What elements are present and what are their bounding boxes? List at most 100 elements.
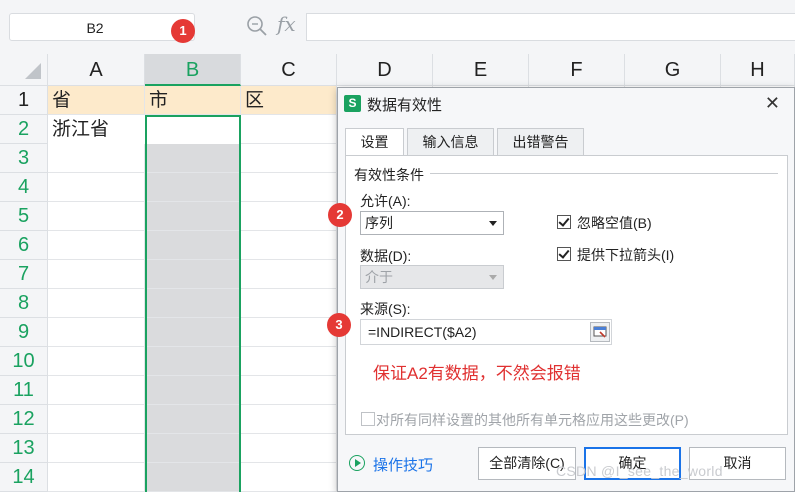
wps-sheet-icon: S (344, 95, 361, 112)
cell[interactable] (241, 347, 337, 376)
row-header-13[interactable]: 13 (0, 434, 48, 463)
row-header-6[interactable]: 6 (0, 231, 48, 260)
select-all-corner[interactable] (0, 54, 48, 86)
cell[interactable] (48, 405, 145, 434)
cell[interactable] (241, 173, 337, 202)
dialog-title-bar[interactable]: S 数据有效性 ✕ (338, 88, 794, 120)
name-box[interactable]: B2 (9, 13, 195, 41)
cell-a1[interactable]: 省 (48, 86, 145, 115)
row-header-11[interactable]: 11 (0, 376, 48, 405)
active-cell-b2[interactable] (147, 117, 239, 144)
row-header-3[interactable]: 3 (0, 144, 48, 173)
apply-all-checkbox (361, 412, 375, 426)
column-header-f[interactable]: F (529, 54, 625, 86)
cell[interactable] (145, 463, 241, 492)
formula-bar: B2 fx (0, 0, 795, 54)
dropdown-arrow-label[interactable]: 提供下拉箭头(I) (577, 245, 674, 265)
fx-icon[interactable]: fx (277, 12, 296, 36)
cell[interactable] (145, 347, 241, 376)
cell[interactable] (145, 144, 241, 173)
step-badge-2: 2 (328, 203, 352, 227)
row-header-9[interactable]: 9 (0, 318, 48, 347)
range-picker-icon[interactable] (590, 322, 610, 342)
cell[interactable] (241, 202, 337, 231)
row-header-5[interactable]: 5 (0, 202, 48, 231)
row-header-1[interactable]: 1 (0, 86, 48, 115)
annotation-note: 保证A2有数据，不然会报错 (373, 364, 581, 383)
cell[interactable] (241, 376, 337, 405)
cell[interactable] (48, 173, 145, 202)
cell[interactable] (48, 144, 145, 173)
allow-select[interactable]: 序列 (360, 211, 504, 235)
cell[interactable] (241, 231, 337, 260)
data-select-value: 介于 (365, 269, 393, 285)
play-circle-icon[interactable] (349, 455, 365, 471)
ignore-blank-label[interactable]: 忽略空值(B) (577, 213, 652, 233)
cell[interactable] (48, 202, 145, 231)
cell[interactable] (145, 318, 241, 347)
column-header-d[interactable]: D (337, 54, 433, 86)
validation-criteria-title: 有效性条件 (354, 167, 424, 183)
cell[interactable] (241, 463, 337, 492)
cell[interactable] (145, 405, 241, 434)
cell-b1[interactable]: 市 (145, 86, 241, 115)
cell[interactable] (241, 434, 337, 463)
tab-error-alert[interactable]: 出错警告 (497, 128, 584, 156)
cell[interactable] (145, 231, 241, 260)
cell[interactable] (48, 463, 145, 492)
settings-panel: 有效性条件 允许(A): 序列 数据(D): 介于 忽略空值(B) 提供下拉箭头… (345, 155, 788, 435)
cell[interactable] (48, 347, 145, 376)
tips-link[interactable]: 操作技巧 (373, 454, 433, 475)
cell[interactable] (145, 202, 241, 231)
formula-input[interactable] (306, 13, 795, 41)
row-header-12[interactable]: 12 (0, 405, 48, 434)
tab-input-message[interactable]: 输入信息 (407, 128, 494, 156)
cell[interactable] (145, 173, 241, 202)
source-label: 来源(S): (360, 301, 411, 317)
column-header-b[interactable]: B (145, 54, 241, 86)
dialog-title: 数据有效性 (367, 97, 443, 114)
column-header-a[interactable]: A (48, 54, 145, 86)
cell[interactable] (241, 115, 337, 144)
row-header-7[interactable]: 7 (0, 260, 48, 289)
source-input[interactable]: =INDIRECT($A2) (360, 319, 612, 345)
column-header-g[interactable]: G (625, 54, 721, 86)
cell[interactable] (145, 376, 241, 405)
cell[interactable] (145, 289, 241, 318)
allow-select-value: 序列 (365, 215, 393, 231)
cell-c1[interactable]: 区 (241, 86, 337, 115)
cell[interactable] (48, 289, 145, 318)
column-header-e[interactable]: E (433, 54, 529, 86)
cell[interactable] (145, 434, 241, 463)
row-header-14[interactable]: 14 (0, 463, 48, 492)
step-badge-1: 1 (171, 19, 195, 43)
cell[interactable] (48, 434, 145, 463)
cell[interactable] (241, 318, 337, 347)
cell-a2[interactable]: 浙江省 (48, 115, 145, 144)
column-header-h[interactable]: H (721, 54, 795, 86)
chevron-down-icon (489, 275, 497, 280)
cell[interactable] (48, 231, 145, 260)
cell[interactable] (48, 260, 145, 289)
tab-settings[interactable]: 设置 (345, 128, 404, 158)
cell[interactable] (241, 289, 337, 318)
close-icon[interactable]: ✕ (765, 94, 780, 112)
apply-all-label: 对所有同样设置的其他所有单元格应用这些更改(P) (376, 412, 689, 428)
data-validation-dialog: S 数据有效性 ✕ 设置 输入信息 出错警告 有效性条件 允许(A): 序列 数… (337, 87, 795, 492)
row-header-8[interactable]: 8 (0, 289, 48, 318)
row-header-2[interactable]: 2 (0, 115, 48, 144)
ignore-blank-checkbox[interactable] (557, 215, 571, 229)
column-header-c[interactable]: C (241, 54, 337, 86)
zoom-icon[interactable] (246, 15, 268, 37)
cell[interactable] (145, 260, 241, 289)
step-badge-3: 3 (327, 313, 351, 337)
cell[interactable] (48, 318, 145, 347)
cell[interactable] (48, 376, 145, 405)
group-divider (430, 173, 778, 174)
cell[interactable] (241, 405, 337, 434)
row-header-4[interactable]: 4 (0, 173, 48, 202)
dropdown-arrow-checkbox[interactable] (557, 247, 571, 261)
cell[interactable] (241, 260, 337, 289)
cell[interactable] (241, 144, 337, 173)
row-header-10[interactable]: 10 (0, 347, 48, 376)
